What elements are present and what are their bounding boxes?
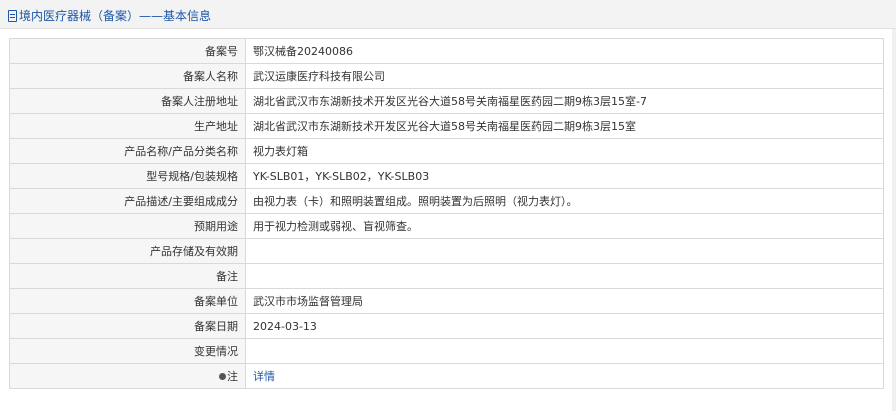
page-title-text: 境内医疗器械（备案）——基本信息 xyxy=(19,9,212,23)
row-value: 武汉运康医疗科技有限公司 xyxy=(245,63,884,89)
row-value: 湖北省武汉市东湖新技术开发区光谷大道58号关南福星医药园二期9栋3层15室 xyxy=(245,113,884,139)
page-title: 境内医疗器械（备案）——基本信息 xyxy=(8,7,211,24)
table-row-note: 注 详情 xyxy=(9,363,884,389)
row-value: 湖北省武汉市东湖新技术开发区光谷大道58号关南福星医药园二期9栋3层15室-7 xyxy=(245,88,884,114)
table-row: 产品存储及有效期 xyxy=(9,238,884,264)
row-value: 由视力表（卡）和照明装置组成。照明装置为后照明（视力表灯）。 xyxy=(245,188,884,214)
note-value-cell: 详情 xyxy=(245,363,884,389)
row-label: 备案人注册地址 xyxy=(9,88,246,114)
row-value: YK-SLB01，YK-SLB02，YK-SLB03 xyxy=(245,163,884,189)
note-label-cell: 注 xyxy=(9,363,246,389)
row-label: 产品名称/产品分类名称 xyxy=(9,138,246,164)
row-label: 备案人名称 xyxy=(9,63,246,89)
row-value xyxy=(245,238,884,264)
table-row: 产品描述/主要组成成分 由视力表（卡）和照明装置组成。照明装置为后照明（视力表灯… xyxy=(9,188,884,214)
table-row: 备案人注册地址 湖北省武汉市东湖新技术开发区光谷大道58号关南福星医药园二期9栋… xyxy=(9,88,884,114)
table-row: 产品名称/产品分类名称 视力表灯箱 xyxy=(9,138,884,164)
row-value: 视力表灯箱 xyxy=(245,138,884,164)
table-row: 备案单位 武汉市市场监督管理局 xyxy=(9,288,884,314)
row-label: 预期用途 xyxy=(9,213,246,239)
row-label: 产品描述/主要组成成分 xyxy=(9,188,246,214)
row-value xyxy=(245,338,884,364)
table-row: 备案号 鄂汉械备20240086 xyxy=(9,38,884,64)
row-label: 备注 xyxy=(9,263,246,289)
info-table: 备案号 鄂汉械备20240086 备案人名称 武汉运康医疗科技有限公司 备案人注… xyxy=(9,38,884,389)
pin-icon xyxy=(219,373,226,380)
row-label: 变更情况 xyxy=(9,338,246,364)
note-label: 注 xyxy=(227,370,238,383)
table-row: 变更情况 xyxy=(9,338,884,364)
table-row: 型号规格/包装规格 YK-SLB01，YK-SLB02，YK-SLB03 xyxy=(9,163,884,189)
row-value: 2024-03-13 xyxy=(245,313,884,339)
row-value: 鄂汉械备20240086 xyxy=(245,38,884,64)
document-icon xyxy=(8,9,17,22)
row-label: 产品存储及有效期 xyxy=(9,238,246,264)
detail-link[interactable]: 详情 xyxy=(253,370,275,383)
info-table-wrap: 备案号 鄂汉械备20240086 备案人名称 武汉运康医疗科技有限公司 备案人注… xyxy=(9,38,884,389)
row-value: 武汉市市场监督管理局 xyxy=(245,288,884,314)
row-label: 型号规格/包装规格 xyxy=(9,163,246,189)
table-row: 预期用途 用于视力检测或弱视、盲视筛查。 xyxy=(9,213,884,239)
row-label: 备案号 xyxy=(9,38,246,64)
table-row: 备注 xyxy=(9,263,884,289)
table-row: 备案日期 2024-03-13 xyxy=(9,313,884,339)
row-label: 生产地址 xyxy=(9,113,246,139)
table-row: 生产地址 湖北省武汉市东湖新技术开发区光谷大道58号关南福星医药园二期9栋3层1… xyxy=(9,113,884,139)
header-bar: 境内医疗器械（备案）——基本信息 xyxy=(0,0,896,29)
scrollbar-track[interactable] xyxy=(892,29,896,411)
table-row: 备案人名称 武汉运康医疗科技有限公司 xyxy=(9,63,884,89)
row-value: 用于视力检测或弱视、盲视筛查。 xyxy=(245,213,884,239)
row-value xyxy=(245,263,884,289)
row-label: 备案单位 xyxy=(9,288,246,314)
row-label: 备案日期 xyxy=(9,313,246,339)
